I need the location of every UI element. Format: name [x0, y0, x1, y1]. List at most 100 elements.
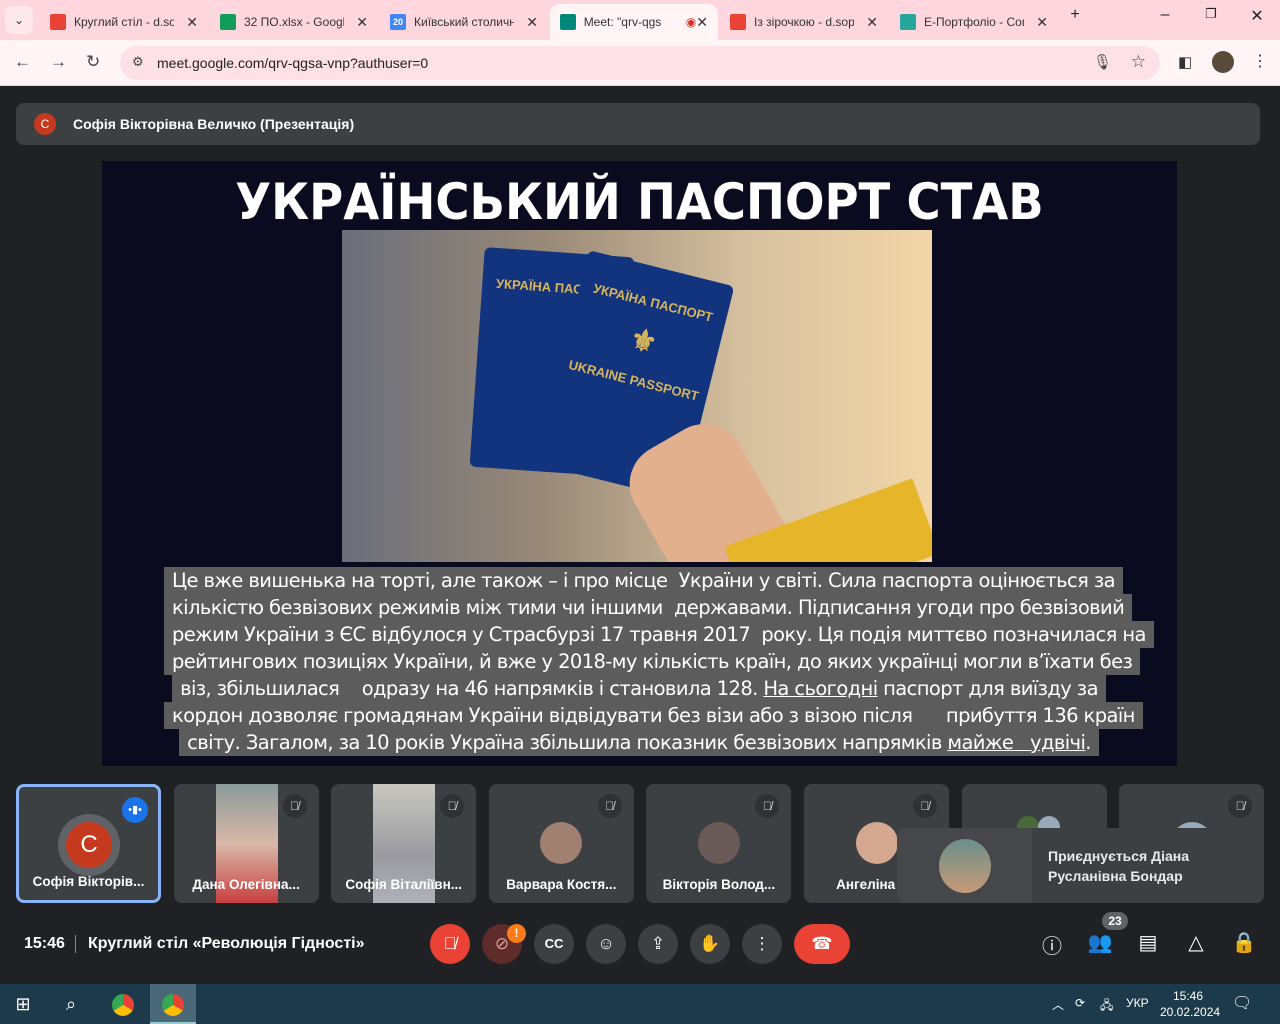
caption-line: світу. Загалом, за 10 років Україна збіл…: [179, 729, 1099, 756]
joiner-avatar: [939, 839, 991, 893]
captions-button[interactable]: CC: [534, 924, 574, 964]
raise-hand-button[interactable]: ✋: [690, 924, 730, 964]
caption-line: рейтингових позиціях України, й вже у 20…: [164, 648, 1141, 675]
address-bar[interactable]: ⚙ meet.google.com/qrv-qgsa-vnp?authuser=…: [120, 46, 1160, 80]
participant-avatar: С: [66, 822, 112, 868]
meeting-title: Круглий стіл «Революція Гідності»: [88, 935, 365, 952]
clock-time: 15:46: [1172, 989, 1204, 1003]
tab-title: Круглий стіл - d.so: [74, 15, 174, 29]
caption-text: рейтингових позиціях України, й вже у 20…: [172, 650, 1133, 673]
presentation-bar: С Софія Вікторівна Величко (Презентація): [16, 103, 1260, 145]
participant-avatar: [697, 822, 740, 864]
side-panel-icon[interactable]: ◧: [1178, 53, 1192, 71]
clock-date: 20.02.2024: [1160, 1005, 1221, 1019]
caption-line: Це вже вишенька на торті, але також – і …: [164, 567, 1123, 594]
close-tab-icon[interactable]: ✕: [866, 14, 878, 31]
caption-line: віз, збільшилася одразу на 46 напрямків …: [172, 675, 1106, 702]
presenter-title: Софія Вікторівна Величко (Презентація): [73, 116, 355, 132]
mic-off-icon: 🎙̸: [1228, 794, 1253, 818]
caption-text: віз, збільшилася одразу на 46 напрямків …: [180, 677, 764, 700]
language-indicator[interactable]: УКР: [1126, 996, 1149, 1010]
participant-tile[interactable]: 🎙̸ Софія Віталіївн...: [331, 784, 477, 903]
tab-search-button[interactable]: ⌄: [5, 6, 33, 34]
restore-button[interactable]: ❐: [1196, 6, 1226, 22]
present-button[interactable]: ⇪: [638, 924, 678, 964]
search-icon[interactable]: ⌕: [48, 984, 94, 1024]
activities-icon[interactable]: △: [1181, 930, 1211, 955]
passport-front-bottom-text: UKRAINE PASSPORT: [567, 356, 701, 404]
close-tab-icon[interactable]: ✕: [526, 14, 538, 31]
host-controls-icon[interactable]: 🔒: [1229, 930, 1259, 955]
meet-icon: [560, 14, 576, 30]
chrome-icon[interactable]: [100, 984, 146, 1024]
caption-text: світу. Загалом, за 10 років Україна збіл…: [187, 731, 948, 754]
mic-off-icon: 🎙̸: [440, 794, 465, 818]
close-tab-icon[interactable]: ✕: [356, 14, 368, 31]
participant-tile[interactable]: 🎙̸ Варвара Костя...: [488, 784, 634, 903]
gmail-icon: [50, 14, 66, 30]
browser-tab[interactable]: Із зірочкою - d.sop ✕: [720, 4, 888, 40]
close-window-button[interactable]: ✕: [1242, 6, 1272, 26]
participant-name: Софія Вікторів...: [32, 874, 145, 889]
sync-warning-icon[interactable]: ⟳: [1075, 996, 1085, 1010]
windows-start-icon[interactable]: ⊞: [0, 984, 46, 1024]
caption-text: кількістю безвізових режимів між тими чи…: [172, 596, 1125, 619]
microphone-off-button[interactable]: 🎙̸: [430, 924, 470, 964]
tab-title: 32 ПО.xlsx - Googl: [244, 15, 344, 29]
recording-icon: ◉: [685, 15, 697, 29]
tab-title: Київський столичн: [414, 15, 514, 29]
notification-line1: Приєднується Діана: [1048, 848, 1190, 864]
menu-icon[interactable]: ⋮: [1252, 51, 1268, 71]
close-tab-icon[interactable]: ✕: [696, 14, 708, 31]
participant-tile[interactable]: 🎙̸ Дана Олегівна...: [173, 784, 319, 903]
notifications-icon[interactable]: 🗨: [1232, 993, 1252, 1013]
caption-line: кордон дозволяє громадянам України відві…: [164, 702, 1143, 729]
caption-line: режим України з ЄС відбулося у Страсбурз…: [164, 621, 1154, 648]
more-options-button[interactable]: ⋮: [742, 924, 782, 964]
profile-avatar[interactable]: [1212, 51, 1234, 73]
participant-name: Вікторія Волод...: [662, 877, 776, 892]
caption-text: режим України з ЄС відбулося у Страсбурз…: [172, 623, 1146, 646]
browser-tab[interactable]: Е-Портфоліо - Cor ✕: [890, 4, 1058, 40]
bookmark-star-icon[interactable]: ☆: [1131, 52, 1146, 72]
browser-tab[interactable]: 32 ПО.xlsx - Googl ✕: [210, 4, 378, 40]
participant-tile[interactable]: 🎙̸ Вікторія Волод...: [646, 784, 792, 903]
emoji-button[interactable]: ☺: [586, 924, 626, 964]
url-text[interactable]: meet.google.com/qrv-qgsa-vnp?authuser=0: [157, 55, 428, 71]
passport-front-text: УКРАЇНА ПАСПОРТ: [591, 280, 715, 325]
presenter-avatar: С: [34, 113, 56, 135]
camera-warning-badge: !: [507, 924, 526, 943]
network-icon[interactable]: 🖧: [1100, 996, 1113, 1017]
browser-tab[interactable]: 20 Київський столичн ✕: [380, 4, 548, 40]
caption-underlined-text: На сьогодні: [763, 677, 878, 700]
close-tab-icon[interactable]: ✕: [186, 14, 198, 31]
notification-line2: Русланівна Бондар: [1048, 868, 1183, 884]
meeting-time: 15:46: [24, 935, 65, 952]
minimize-button[interactable]: –: [1150, 6, 1180, 24]
microphone-icon[interactable]: 🎙: [1093, 53, 1112, 71]
tab-title: Е-Портфоліо - Cor: [924, 15, 1024, 29]
clock[interactable]: 15:46 20.02.2024: [1160, 988, 1221, 1020]
back-icon[interactable]: ←: [14, 52, 31, 72]
slide-caption: Це вже вишенька на торті, але також – і …: [164, 567, 1154, 756]
participant-name: Дана Олегівна...: [192, 877, 300, 892]
caption-text: кордон дозволяє громадянам України відві…: [172, 704, 1135, 727]
leave-call-button[interactable]: ☎: [794, 924, 850, 964]
chrome-profile-icon[interactable]: [150, 984, 196, 1024]
participant-tile[interactable]: С •▮• Софія Вікторів...: [16, 784, 161, 903]
meeting-info-icon[interactable]: ⓘ: [1037, 930, 1067, 959]
close-tab-icon[interactable]: ✕: [1036, 14, 1048, 31]
people-icon[interactable]: 👥: [1085, 930, 1115, 955]
tab-strip: ⌄ Круглий стіл - d.so ✕ 32 ПО.xlsx - Googl…: [0, 0, 1280, 40]
new-tab-button[interactable]: +: [1060, 6, 1090, 24]
browser-tab[interactable]: Круглий стіл - d.so ✕: [40, 4, 208, 40]
chat-icon[interactable]: ▤: [1133, 930, 1163, 955]
mic-off-icon: 🎙̸: [597, 794, 622, 818]
caption-underlined-text: майже удвічі: [947, 731, 1086, 754]
site-info-icon[interactable]: ⚙: [132, 54, 144, 70]
browser-tab[interactable]: Meet: "qrv-qgs ◉ ✕: [550, 4, 718, 40]
reload-icon[interactable]: ↻: [86, 52, 100, 72]
tray-expand-icon[interactable]: ︿: [1052, 996, 1064, 1013]
toolbar: ← → ↻ ⚙ meet.google.com/qrv-qgsa-vnp?aut…: [0, 40, 1280, 86]
forward-icon[interactable]: →: [50, 52, 67, 72]
